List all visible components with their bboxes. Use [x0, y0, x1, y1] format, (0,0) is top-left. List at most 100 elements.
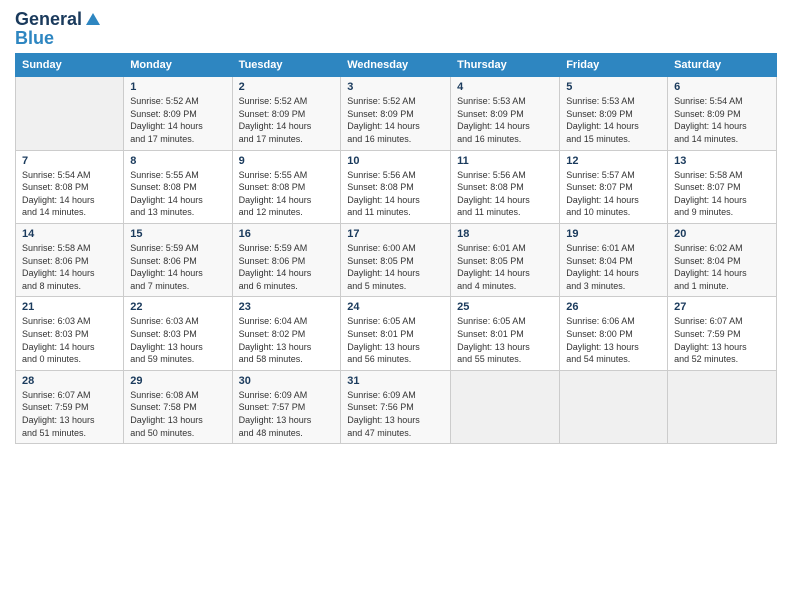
day-info: Sunrise: 5:52 AM Sunset: 8:09 PM Dayligh…	[239, 95, 335, 145]
day-number: 16	[239, 228, 335, 240]
day-number: 18	[457, 228, 553, 240]
day-info: Sunrise: 5:54 AM Sunset: 8:09 PM Dayligh…	[674, 95, 770, 145]
day-info: Sunrise: 6:01 AM Sunset: 8:04 PM Dayligh…	[566, 242, 661, 292]
day-info: Sunrise: 5:53 AM Sunset: 8:09 PM Dayligh…	[457, 95, 553, 145]
day-number: 5	[566, 81, 661, 93]
day-info: Sunrise: 5:55 AM Sunset: 8:08 PM Dayligh…	[239, 169, 335, 219]
column-header-tuesday: Tuesday	[232, 54, 341, 77]
day-cell: 7 Sunrise: 5:54 AM Sunset: 8:08 PM Daylig…	[16, 150, 124, 223]
day-info: Sunrise: 5:56 AM Sunset: 8:08 PM Dayligh…	[347, 169, 444, 219]
day-cell: 14 Sunrise: 5:58 AM Sunset: 8:06 PM Dayli…	[16, 224, 124, 297]
day-cell: 1 Sunrise: 5:52 AM Sunset: 8:09 PM Daylig…	[124, 77, 232, 150]
day-info: Sunrise: 6:00 AM Sunset: 8:05 PM Dayligh…	[347, 242, 444, 292]
day-number: 23	[239, 301, 335, 313]
day-info: Sunrise: 6:09 AM Sunset: 7:57 PM Dayligh…	[239, 389, 335, 439]
day-number: 28	[22, 375, 117, 387]
day-cell: 24Sunrise: 6:05 AM Sunset: 8:01 PM Dayli…	[341, 297, 451, 370]
day-cell: 2 Sunrise: 5:52 AM Sunset: 8:09 PM Daylig…	[232, 77, 341, 150]
day-info: Sunrise: 6:07 AM Sunset: 7:59 PM Dayligh…	[674, 315, 770, 365]
day-info: Sunrise: 6:08 AM Sunset: 7:58 PM Dayligh…	[130, 389, 225, 439]
day-number: 21	[22, 301, 117, 313]
week-row-3: 14 Sunrise: 5:58 AM Sunset: 8:06 PM Dayli…	[16, 224, 777, 297]
day-info: Sunrise: 5:55 AM Sunset: 8:08 PM Dayligh…	[130, 169, 225, 219]
day-info: Sunrise: 6:05 AM Sunset: 8:01 PM Dayligh…	[457, 315, 553, 365]
day-info: Sunrise: 6:07 AM Sunset: 7:59 PM Dayligh…	[22, 389, 117, 439]
day-number: 12	[566, 155, 661, 167]
day-info: Sunrise: 5:58 AM Sunset: 8:06 PM Dayligh…	[22, 242, 117, 292]
day-number: 1	[130, 81, 225, 93]
day-cell: 15 Sunrise: 5:59 AM Sunset: 8:06 PM Dayli…	[124, 224, 232, 297]
day-cell: 25Sunrise: 6:05 AM Sunset: 8:01 PM Dayli…	[451, 297, 560, 370]
day-info: Sunrise: 6:01 AM Sunset: 8:05 PM Dayligh…	[457, 242, 553, 292]
day-info: Sunrise: 5:53 AM Sunset: 8:09 PM Dayligh…	[566, 95, 661, 145]
day-number: 9	[239, 155, 335, 167]
column-header-sunday: Sunday	[16, 54, 124, 77]
day-number: 4	[457, 81, 553, 93]
day-number: 14	[22, 228, 117, 240]
day-cell: 3Sunrise: 5:52 AM Sunset: 8:09 PM Daylig…	[341, 77, 451, 150]
day-info: Sunrise: 5:59 AM Sunset: 8:06 PM Dayligh…	[130, 242, 225, 292]
day-number: 27	[674, 301, 770, 313]
day-cell: 12 Sunrise: 5:57 AM Sunset: 8:07 PM Dayli…	[560, 150, 668, 223]
day-cell: 31 Sunrise: 6:09 AM Sunset: 7:56 PM Dayli…	[341, 370, 451, 443]
day-number: 20	[674, 228, 770, 240]
day-info: Sunrise: 6:09 AM Sunset: 7:56 PM Dayligh…	[347, 389, 444, 439]
day-number: 3	[347, 81, 444, 93]
day-info: Sunrise: 5:52 AM Sunset: 8:09 PM Dayligh…	[130, 95, 225, 145]
day-cell: 29 Sunrise: 6:08 AM Sunset: 7:58 PM Dayli…	[124, 370, 232, 443]
header-row: SundayMondayTuesdayWednesdayThursdayFrid…	[16, 54, 777, 77]
week-row-4: 21 Sunrise: 6:03 AM Sunset: 8:03 PM Dayli…	[16, 297, 777, 370]
day-cell: 23 Sunrise: 6:04 AM Sunset: 8:02 PM Dayli…	[232, 297, 341, 370]
day-info: Sunrise: 6:04 AM Sunset: 8:02 PM Dayligh…	[239, 315, 335, 365]
day-number: 30	[239, 375, 335, 387]
day-number: 11	[457, 155, 553, 167]
week-row-5: 28 Sunrise: 6:07 AM Sunset: 7:59 PM Dayli…	[16, 370, 777, 443]
day-number: 26	[566, 301, 661, 313]
day-cell: 18 Sunrise: 6:01 AM Sunset: 8:05 PM Dayli…	[451, 224, 560, 297]
day-number: 10	[347, 155, 444, 167]
day-cell: 16Sunrise: 5:59 AM Sunset: 8:06 PM Dayli…	[232, 224, 341, 297]
logo-blue: Blue	[15, 29, 102, 47]
day-info: Sunrise: 6:03 AM Sunset: 8:03 PM Dayligh…	[130, 315, 225, 365]
day-cell: 30 Sunrise: 6:09 AM Sunset: 7:57 PM Dayli…	[232, 370, 341, 443]
day-info: Sunrise: 5:58 AM Sunset: 8:07 PM Dayligh…	[674, 169, 770, 219]
column-header-wednesday: Wednesday	[341, 54, 451, 77]
day-cell: 6 Sunrise: 5:54 AM Sunset: 8:09 PM Daylig…	[668, 77, 777, 150]
day-info: Sunrise: 5:57 AM Sunset: 8:07 PM Dayligh…	[566, 169, 661, 219]
day-cell	[560, 370, 668, 443]
day-cell	[668, 370, 777, 443]
day-cell: 11 Sunrise: 5:56 AM Sunset: 8:08 PM Dayli…	[451, 150, 560, 223]
day-number: 24	[347, 301, 444, 313]
day-number: 2	[239, 81, 335, 93]
day-cell	[16, 77, 124, 150]
day-cell: 21 Sunrise: 6:03 AM Sunset: 8:03 PM Dayli…	[16, 297, 124, 370]
day-number: 22	[130, 301, 225, 313]
calendar-container: General Blue SundayMondayTuesdayWednesda…	[0, 0, 792, 612]
day-number: 13	[674, 155, 770, 167]
logo-icon	[84, 11, 102, 29]
column-header-thursday: Thursday	[451, 54, 560, 77]
day-cell: 5 Sunrise: 5:53 AM Sunset: 8:09 PM Daylig…	[560, 77, 668, 150]
day-number: 7	[22, 155, 117, 167]
day-info: Sunrise: 5:54 AM Sunset: 8:08 PM Dayligh…	[22, 169, 117, 219]
day-cell: 13 Sunrise: 5:58 AM Sunset: 8:07 PM Dayli…	[668, 150, 777, 223]
day-cell: 20 Sunrise: 6:02 AM Sunset: 8:04 PM Dayli…	[668, 224, 777, 297]
day-cell	[451, 370, 560, 443]
week-row-2: 7 Sunrise: 5:54 AM Sunset: 8:08 PM Daylig…	[16, 150, 777, 223]
day-cell: 19Sunrise: 6:01 AM Sunset: 8:04 PM Dayli…	[560, 224, 668, 297]
day-cell: 26Sunrise: 6:06 AM Sunset: 8:00 PM Dayli…	[560, 297, 668, 370]
day-info: Sunrise: 6:03 AM Sunset: 8:03 PM Dayligh…	[22, 315, 117, 365]
day-number: 31	[347, 375, 444, 387]
column-header-friday: Friday	[560, 54, 668, 77]
day-number: 29	[130, 375, 225, 387]
day-cell: 22 Sunrise: 6:03 AM Sunset: 8:03 PM Dayli…	[124, 297, 232, 370]
day-number: 17	[347, 228, 444, 240]
day-cell: 17 Sunrise: 6:00 AM Sunset: 8:05 PM Dayli…	[341, 224, 451, 297]
day-number: 6	[674, 81, 770, 93]
day-cell: 4 Sunrise: 5:53 AM Sunset: 8:09 PM Daylig…	[451, 77, 560, 150]
day-number: 15	[130, 228, 225, 240]
day-info: Sunrise: 5:56 AM Sunset: 8:08 PM Dayligh…	[457, 169, 553, 219]
day-info: Sunrise: 6:02 AM Sunset: 8:04 PM Dayligh…	[674, 242, 770, 292]
column-header-saturday: Saturday	[668, 54, 777, 77]
column-header-monday: Monday	[124, 54, 232, 77]
